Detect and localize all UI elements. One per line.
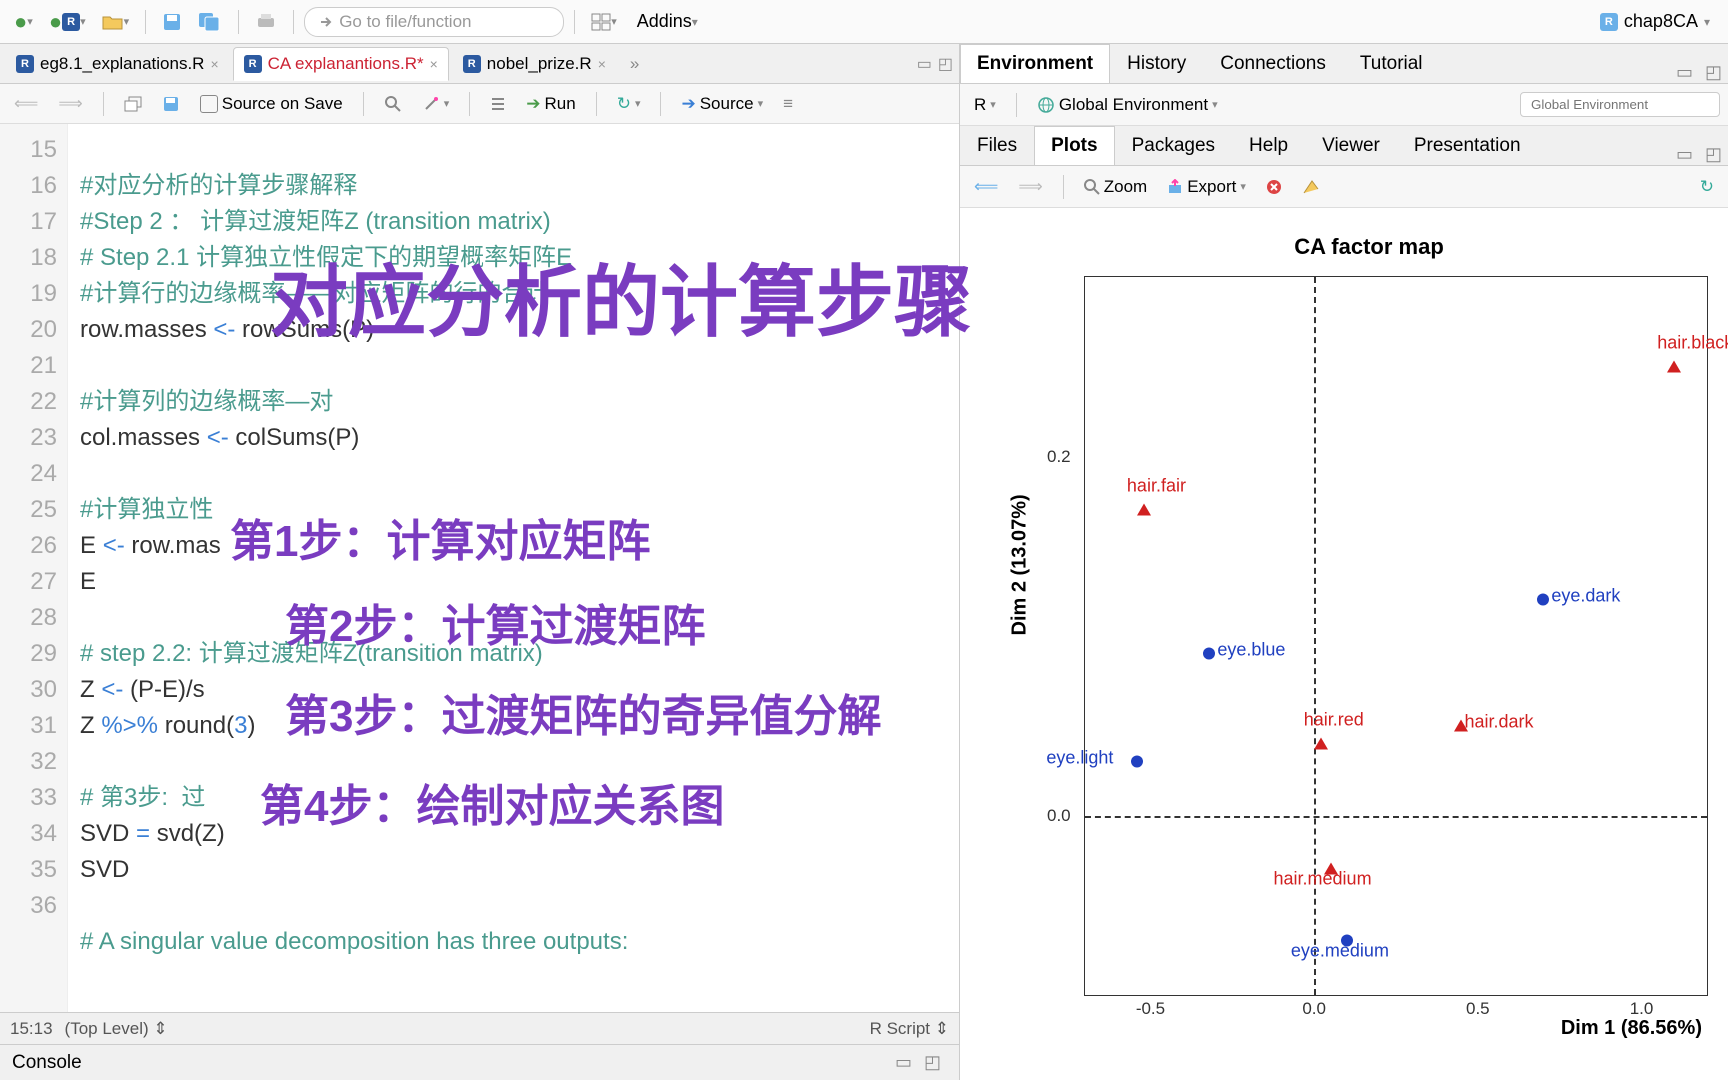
line-gutter: 15161718 19202122 23242526 27282930 3132… [0,124,68,1012]
more-tabs[interactable]: » [620,48,649,80]
close-icon[interactable]: × [430,56,438,72]
document-outline-icon[interactable]: ≡ [777,90,799,118]
code-content[interactable]: #对应分析的计算步骤解释 #Step 2 ： 计算过渡矩阵Z (transiti… [68,124,959,1012]
global-env-menu[interactable]: Global Environment ▾ [1031,91,1224,119]
goto-arrow-icon [319,15,333,29]
tab-nobel[interactable]: Rnobel_prize.R× [453,48,616,80]
plot-area: CA factor map Dim 2 (13.07%) Dim 1 (86.5… [960,208,1728,1080]
y-axis-label: Dim 2 (13.07%) [1009,494,1032,635]
chart-point: hair.fair [1137,500,1151,521]
console-tab[interactable]: Console [12,1052,82,1074]
environment-toolbar: R ▾ Global Environment ▾ [960,84,1728,126]
close-icon[interactable]: × [210,56,218,72]
rerun-button[interactable]: ↻▾ [611,90,647,118]
chart-point: hair.red [1314,733,1328,754]
tab-files[interactable]: Files [960,126,1034,165]
cursor-position: 15:13 [10,1019,53,1039]
minimize-pane-icon[interactable]: ▭ [889,1052,918,1073]
new-file-button[interactable]: ●▾ [8,5,39,39]
minimize-pane-icon[interactable]: ▭ [917,54,932,74]
tab-tutorial[interactable]: Tutorial [1343,44,1440,83]
tab-history[interactable]: History [1110,44,1203,83]
chart-title: CA factor map [1020,234,1718,260]
source-menu[interactable]: ➔Source▾ [675,90,769,118]
chart-point: eye.blue [1203,643,1215,664]
tab-environment[interactable]: Environment [960,44,1110,83]
scope-selector[interactable]: (Top Level) ⇕ [65,1019,168,1039]
plots-toolbar: ⟸ ⟹ Zoom Export ▾ ↻ [960,166,1728,208]
tab-presentation[interactable]: Presentation [1397,126,1538,165]
file-type-selector[interactable]: R Script ⇕ [870,1019,949,1039]
environment-tabs: Environment History Connections Tutorial… [960,44,1728,84]
plot-back-button[interactable]: ⟸ [968,173,1004,201]
chart-point: eye.dark [1537,590,1549,611]
tab-plots[interactable]: Plots [1034,126,1114,165]
x-tick: 0.5 [1466,999,1490,1019]
maximize-pane-icon[interactable]: ◰ [1699,62,1728,83]
show-in-new-window[interactable] [118,92,148,116]
x-axis-label: Dim 1 (86.56%) [1561,1017,1702,1040]
find-button[interactable] [378,91,408,117]
chart-point: eye.medium [1341,931,1353,952]
x-tick: 1.0 [1630,999,1654,1019]
chart-point: hair.black [1667,356,1681,377]
remove-plot-button[interactable] [1260,175,1288,199]
new-r-file-button[interactable]: ●R▾ [43,5,92,39]
magic-wand-button[interactable]: ▾ [416,91,456,117]
maximize-pane-icon[interactable]: ◰ [938,54,953,74]
main-toolbar: ●▾ ●R▾ ▾ Go to file/function ▾ Addins ▾ … [0,0,1728,44]
x-tick: -0.5 [1136,999,1165,1019]
export-menu[interactable]: Export ▾ [1161,173,1252,201]
clear-plots-button[interactable] [1296,175,1326,199]
tab-packages[interactable]: Packages [1115,126,1232,165]
tab-connections[interactable]: Connections [1203,44,1343,83]
tab-eg81[interactable]: Reg8.1_explanations.R× [6,48,229,80]
file-tabs: Reg8.1_explanations.R× RCA explanantions… [0,44,959,84]
minimize-pane-icon[interactable]: ▭ [1670,144,1699,165]
chart-point: hair.dark [1454,715,1468,736]
tab-viewer[interactable]: Viewer [1305,126,1397,165]
plots-tabs: Files Plots Packages Help Viewer Present… [960,126,1728,166]
ca-factor-map: CA factor map Dim 2 (13.07%) Dim 1 (86.5… [1020,268,1718,1040]
print-button[interactable] [249,8,283,36]
run-button[interactable]: ➔Run [520,90,581,118]
refresh-plot-button[interactable]: ↻ [1694,173,1720,201]
forward-button[interactable]: ⟹ [52,90,88,118]
y-tick: 0.0 [1047,806,1071,826]
tab-help[interactable]: Help [1232,126,1305,165]
zoom-button[interactable]: Zoom [1078,173,1153,201]
maximize-pane-icon[interactable]: ◰ [918,1052,947,1073]
source-on-save-checkbox[interactable]: Source on Save [194,90,349,118]
outline-button[interactable] [484,92,512,116]
x-tick: 0.0 [1302,999,1326,1019]
y-tick: 0.2 [1047,447,1071,467]
project-menu[interactable]: R chap8CA ▾ [1590,7,1720,36]
open-file-button[interactable]: ▾ [96,9,136,35]
back-button[interactable]: ⟸ [8,90,44,118]
save-button[interactable] [156,8,188,36]
chart-point: hair.medium [1324,859,1338,880]
maximize-pane-icon[interactable]: ◰ [1699,144,1728,165]
save-button[interactable] [156,91,186,117]
minimize-pane-icon[interactable]: ▭ [1670,62,1699,83]
editor-status-bar: 15:13 (Top Level) ⇕ R Script ⇕ [0,1012,959,1044]
goto-search[interactable]: Go to file/function [304,7,564,37]
editor-toolbar: ⟸ ⟹ Source on Save ▾ ➔Run ↻▾ ➔Source▾ ≡ [0,84,959,124]
chart-point: eye.light [1131,751,1143,772]
panes-button[interactable]: ▾ [585,9,623,35]
addins-menu[interactable]: Addins ▾ [627,7,708,36]
close-icon[interactable]: × [598,56,606,72]
environment-search[interactable] [1520,92,1720,117]
code-editor[interactable]: 15161718 19202122 23242526 27282930 3132… [0,124,959,1012]
globe-icon [1037,96,1055,114]
console-tab-bar: Console ▭ ◰ [0,1044,959,1080]
tab-ca-explanations[interactable]: RCA explanantions.R*× [233,47,449,81]
r-engine-menu[interactable]: R ▾ [968,91,1002,119]
plot-forward-button[interactable]: ⟹ [1012,173,1048,201]
save-all-button[interactable] [192,8,228,36]
